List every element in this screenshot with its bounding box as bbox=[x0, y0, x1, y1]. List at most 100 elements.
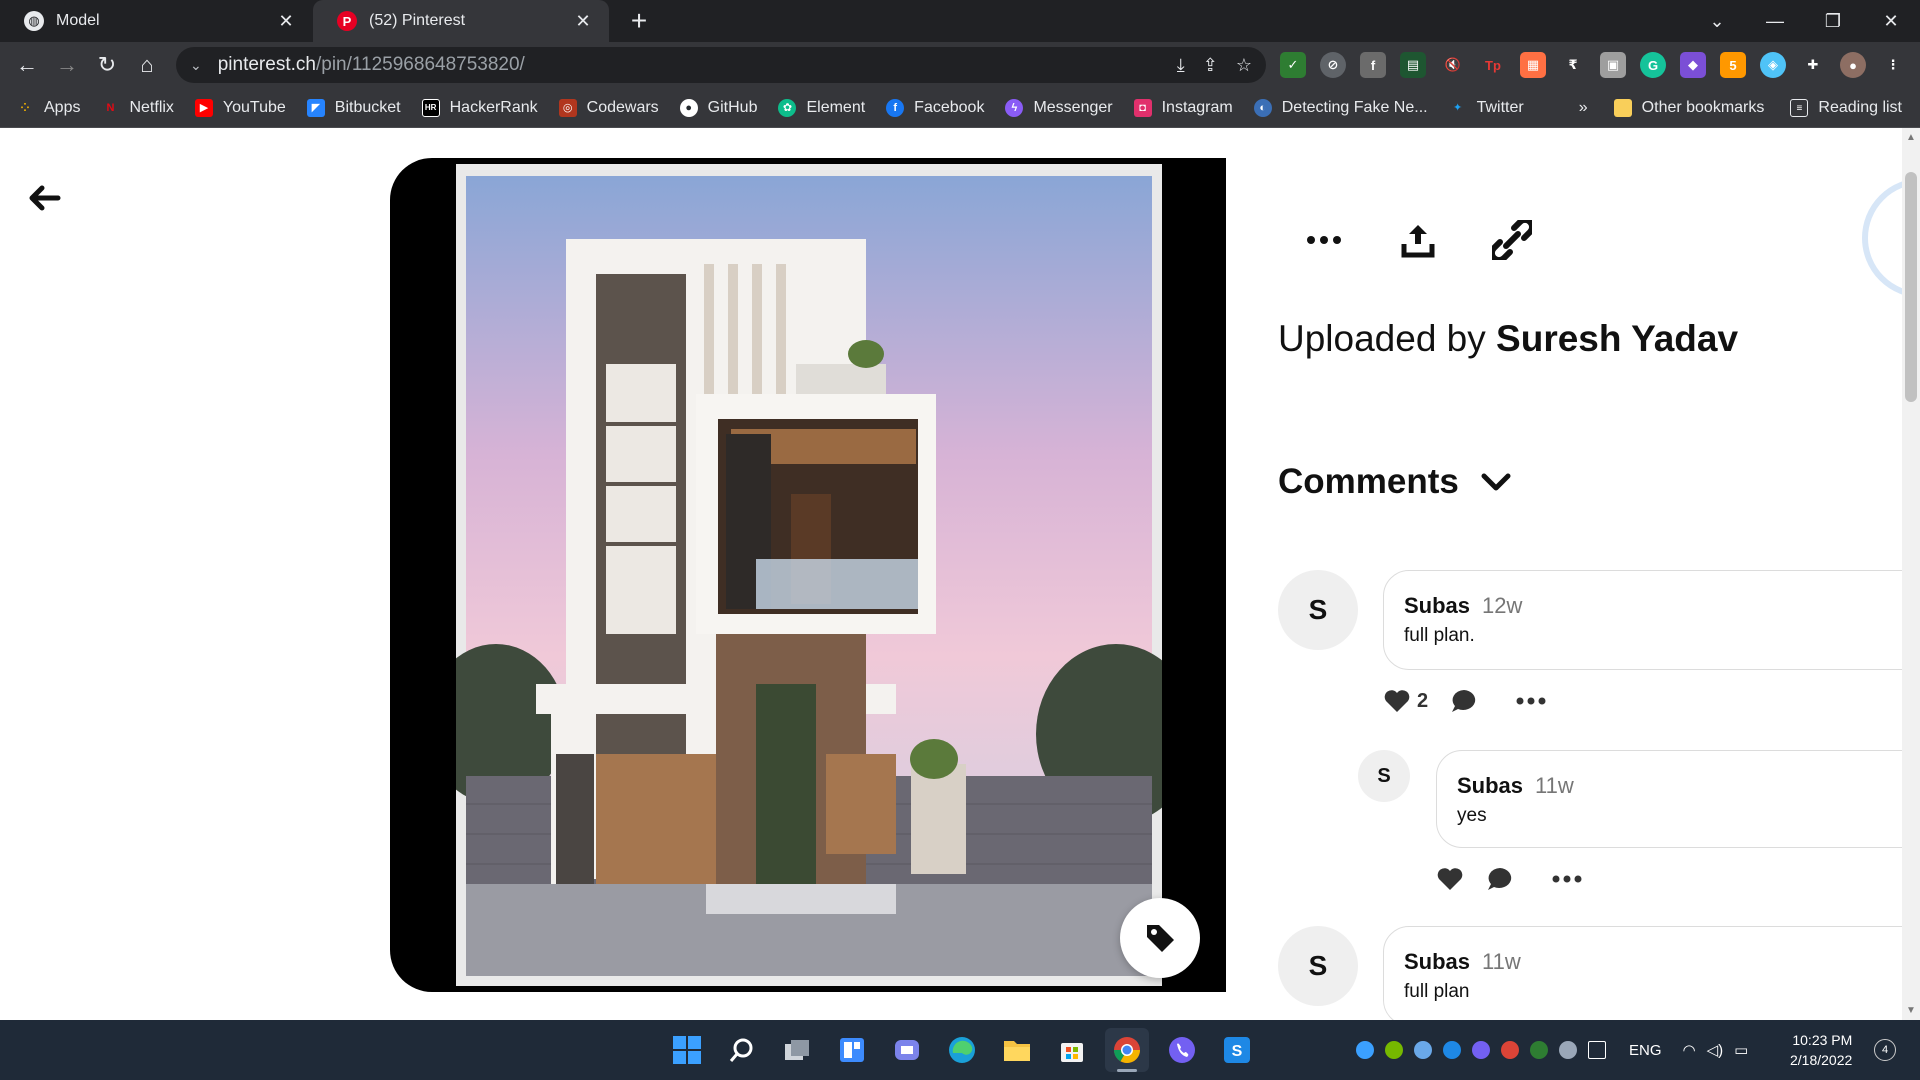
bookmark-netflix[interactable]: N Netflix bbox=[101, 99, 173, 117]
copy-link-icon[interactable] bbox=[1490, 218, 1534, 262]
bookmark-twitter[interactable]: ✦ Twitter bbox=[1449, 99, 1524, 117]
bookmark-facebook[interactable]: f Facebook bbox=[886, 98, 984, 117]
reload-button[interactable]: ↻ bbox=[90, 48, 124, 82]
chevron-down-icon[interactable] bbox=[1481, 472, 1511, 492]
reply-bubble-icon[interactable] bbox=[1486, 866, 1514, 892]
tp-extension-icon[interactable]: Tp bbox=[1480, 52, 1506, 78]
shield-extension-icon[interactable]: ✓ bbox=[1280, 52, 1306, 78]
keyboard-icon[interactable] bbox=[1588, 1041, 1606, 1059]
purple-extension-icon[interactable]: ◆ bbox=[1680, 52, 1706, 78]
bookmark-github[interactable]: ● GitHub bbox=[679, 98, 757, 117]
block-extension-icon[interactable]: ⊘ bbox=[1320, 52, 1346, 78]
chrome-icon[interactable] bbox=[1105, 1028, 1149, 1072]
more-options-icon[interactable] bbox=[1552, 875, 1582, 883]
viber-tray-icon[interactable] bbox=[1472, 1041, 1490, 1059]
new-tab-button[interactable]: + bbox=[624, 6, 654, 36]
install-app-icon[interactable]: ⤓ bbox=[1177, 55, 1185, 76]
more-options-icon[interactable] bbox=[1302, 218, 1346, 262]
language-indicator[interactable]: ENG bbox=[1629, 1042, 1662, 1059]
edge-icon[interactable] bbox=[940, 1028, 984, 1072]
volume-icon[interactable]: ◁) bbox=[1707, 1041, 1724, 1059]
rupee-extension-icon[interactable]: ₹ bbox=[1560, 52, 1586, 78]
new-badge-extension-icon[interactable]: ▤ bbox=[1400, 52, 1426, 78]
app-s-icon[interactable]: S bbox=[1215, 1028, 1259, 1072]
scrollbar-thumb[interactable] bbox=[1905, 172, 1917, 402]
avatar[interactable]: S bbox=[1278, 570, 1358, 650]
avatar[interactable]: S bbox=[1358, 750, 1410, 802]
bookmark-element[interactable]: ✿ Element bbox=[778, 98, 865, 117]
pin-image[interactable] bbox=[456, 164, 1162, 986]
back-button[interactable]: ← bbox=[10, 48, 44, 82]
avatar[interactable]: S bbox=[1278, 926, 1358, 1006]
pin-image-card[interactable] bbox=[390, 158, 1226, 992]
more-options-icon[interactable] bbox=[1516, 697, 1546, 705]
chrome-menu-icon[interactable]: ⋮ bbox=[1880, 52, 1906, 78]
tab-pinterest[interactable]: P (52) Pinterest ✕ bbox=[313, 0, 609, 42]
grammarly-icon[interactable]: G bbox=[1640, 52, 1666, 78]
start-button[interactable] bbox=[665, 1028, 709, 1072]
teams-chat-icon[interactable] bbox=[885, 1028, 929, 1072]
comment-author[interactable]: Subas bbox=[1457, 773, 1523, 798]
notification-badge[interactable]: 4 bbox=[1874, 1039, 1896, 1061]
bookmark-youtube[interactable]: ▶ YouTube bbox=[194, 98, 286, 117]
search-icon[interactable] bbox=[720, 1028, 764, 1072]
address-bar[interactable]: ⌄ pinterest.ch/pin/1125968648753820/ ⤓ ⇪… bbox=[176, 47, 1266, 83]
bookmark-bitbucket[interactable]: ◤ Bitbucket bbox=[306, 98, 401, 117]
task-view-icon[interactable] bbox=[775, 1028, 819, 1072]
comment-author[interactable]: Subas bbox=[1404, 949, 1470, 974]
bookmark-codewars[interactable]: ◎ Codewars bbox=[558, 98, 659, 117]
like-button[interactable]: 2 bbox=[1383, 689, 1428, 713]
tray-app-icon[interactable] bbox=[1356, 1041, 1374, 1059]
back-arrow-icon[interactable] bbox=[24, 178, 64, 218]
forward-button[interactable]: → bbox=[50, 48, 84, 82]
battery-icon[interactable]: ▭ bbox=[1734, 1041, 1748, 1059]
bookmark-hackerrank[interactable]: HR HackerRank bbox=[421, 98, 538, 117]
bookmark-instagram[interactable]: ◘ Instagram bbox=[1133, 98, 1233, 117]
security-icon[interactable] bbox=[1530, 1041, 1548, 1059]
minimize-button[interactable]: — bbox=[1746, 11, 1804, 32]
sync-icon[interactable] bbox=[1559, 1041, 1577, 1059]
widgets-icon[interactable] bbox=[830, 1028, 874, 1072]
clock[interactable]: 10:23 PM 2/18/2022 bbox=[1790, 1030, 1852, 1070]
reading-list[interactable]: ≡ Reading list bbox=[1790, 99, 1902, 117]
reply-bubble-icon[interactable] bbox=[1450, 688, 1478, 714]
bookmark-star-icon[interactable]: ☆ bbox=[1236, 55, 1252, 76]
share-upload-icon[interactable] bbox=[1396, 218, 1440, 262]
chrome-tray-icon[interactable] bbox=[1501, 1041, 1519, 1059]
restore-button[interactable]: ❐ bbox=[1804, 11, 1862, 32]
extensions-puzzle-icon[interactable]: ✚ bbox=[1800, 52, 1826, 78]
other-bookmarks[interactable]: Other bookmarks bbox=[1613, 99, 1764, 117]
scroll-down-icon[interactable]: ▼ bbox=[1902, 1005, 1920, 1016]
home-button[interactable]: ⌂ bbox=[130, 48, 164, 82]
gray-extension-icon[interactable]: ▣ bbox=[1600, 52, 1626, 78]
bookmark-apps[interactable]: ⁘ Apps bbox=[16, 98, 80, 117]
viber-icon[interactable] bbox=[1160, 1028, 1204, 1072]
store-icon[interactable] bbox=[1050, 1028, 1094, 1072]
bluetooth-icon[interactable] bbox=[1443, 1041, 1461, 1059]
bookmarks-overflow-button[interactable]: » bbox=[1579, 99, 1588, 117]
wifi-icon[interactable]: ◠ bbox=[1683, 1041, 1696, 1059]
share-icon[interactable]: ⇪ bbox=[1203, 55, 1218, 76]
blue-extension-icon[interactable]: ◈ bbox=[1760, 52, 1786, 78]
site-info-icon[interactable]: ⌄ bbox=[190, 57, 202, 74]
page-scrollbar[interactable]: ▲ ▼ bbox=[1902, 128, 1920, 1020]
nvidia-icon[interactable] bbox=[1385, 1041, 1403, 1059]
shop-tag-button[interactable] bbox=[1120, 898, 1200, 978]
tab-model[interactable]: ◍ Model ✕ bbox=[0, 0, 312, 42]
comments-heading[interactable]: Comments bbox=[1278, 462, 1511, 502]
html-extension-icon[interactable]: 5 bbox=[1720, 52, 1746, 78]
mute-tab-icon[interactable]: 🔇 bbox=[1440, 52, 1466, 78]
close-tab-icon[interactable]: ✕ bbox=[573, 11, 593, 32]
close-window-button[interactable]: ✕ bbox=[1862, 11, 1920, 32]
color-extension-icon[interactable]: ▦ bbox=[1520, 52, 1546, 78]
tab-search-icon[interactable]: ⌄ bbox=[1688, 11, 1746, 32]
profile-avatar[interactable]: ● bbox=[1840, 52, 1866, 78]
like-button[interactable] bbox=[1436, 867, 1464, 891]
clock-app-icon[interactable] bbox=[1414, 1041, 1432, 1059]
bookmark-messenger[interactable]: ϟ Messenger bbox=[1005, 98, 1113, 117]
comment-author[interactable]: Subas bbox=[1404, 593, 1470, 618]
scroll-up-icon[interactable]: ▲ bbox=[1902, 132, 1920, 143]
file-explorer-icon[interactable] bbox=[995, 1028, 1039, 1072]
bookmark-detecting-fake-news[interactable]: ◐ Detecting Fake Ne... bbox=[1253, 98, 1428, 117]
uploader-name[interactable]: Suresh Yadav bbox=[1496, 318, 1738, 359]
